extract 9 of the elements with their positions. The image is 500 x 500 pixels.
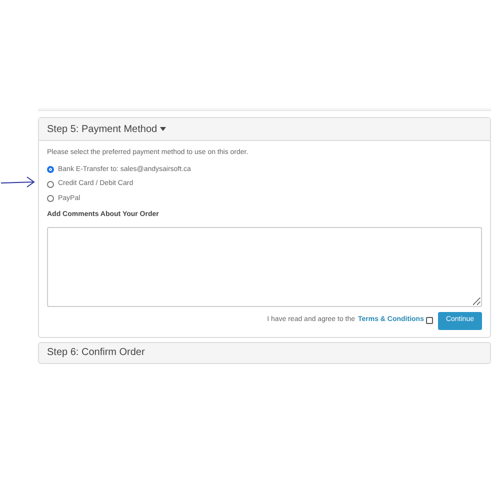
panel-title[interactable]: Step 5: Payment Method: [47, 122, 158, 136]
radio-button[interactable]: [47, 195, 54, 202]
agree-checkbox[interactable]: [426, 317, 433, 324]
comments-field[interactable]: [47, 226, 482, 306]
radio-button[interactable]: [47, 180, 54, 188]
radio-button[interactable]: [47, 166, 54, 174]
arrow-drawing: [0, 175, 36, 189]
panel-title[interactable]: Step 6: Confirm Order: [47, 345, 145, 360]
caret-icon: [160, 127, 166, 131]
